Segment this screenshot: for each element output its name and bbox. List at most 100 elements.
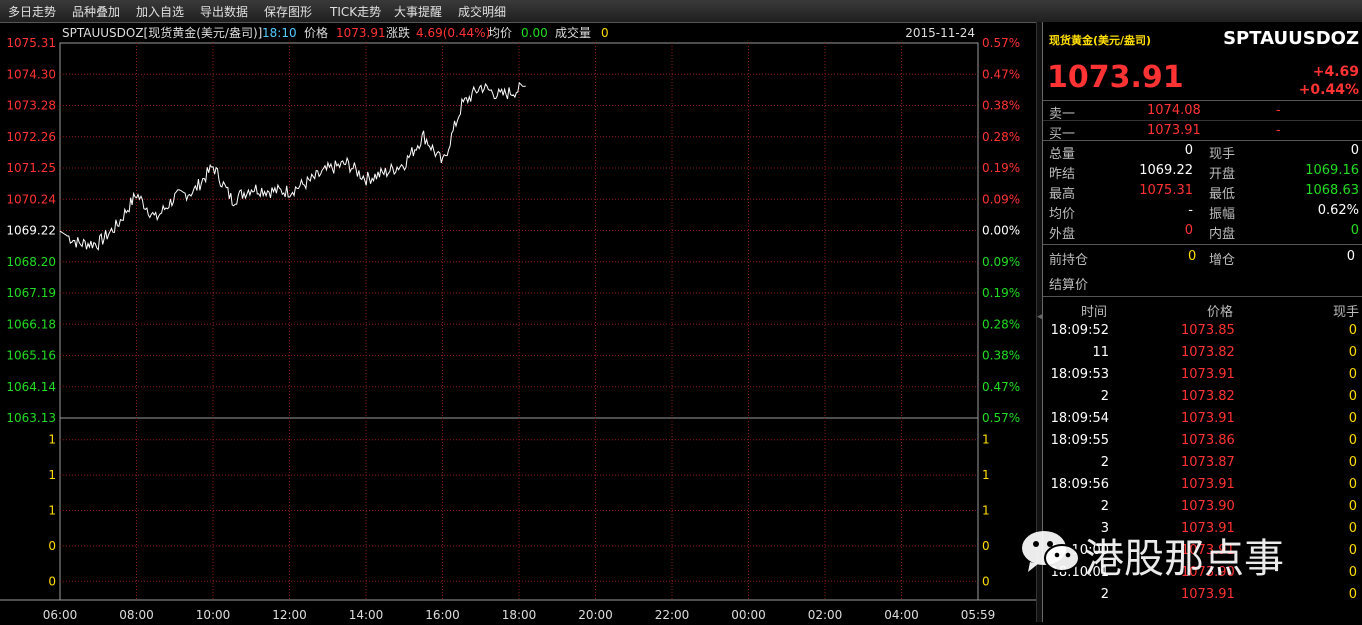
settlement-label: 结算价 (1049, 278, 1089, 293)
tick-hand: 0 (1348, 521, 1357, 536)
stat-value: - (1188, 203, 1193, 218)
time-axis-label: 10:00 (196, 608, 231, 622)
price-change-pct: +0.44% (1298, 82, 1359, 98)
add-position-label: 增仓 (1209, 253, 1236, 268)
tick-time: 18:09:54 (1050, 411, 1109, 426)
pct-axis-label: 0.57% (982, 411, 1020, 425)
time-axis-label: 18:00 (502, 608, 537, 622)
stat-label: 现手 (1209, 147, 1236, 162)
header-change-value: 4.69(0.44%) (416, 26, 490, 40)
header-price-label: 价格 (304, 25, 328, 40)
prev-position-label: 前持仓 (1049, 253, 1089, 268)
volume-axis-label-right: 0 (982, 539, 990, 553)
menu-item-4[interactable]: 保存图形 (264, 3, 312, 20)
menu-item-2[interactable]: 加入自选 (136, 3, 184, 20)
menu-item-0[interactable]: 多日走势 (8, 3, 56, 20)
ticks-header-hand: 现手 (1332, 305, 1359, 320)
pct-axis-label: 0.38% (982, 349, 1020, 363)
volume-axis-label: 1 (48, 504, 56, 518)
divider (1043, 140, 1362, 141)
tick-time: 11 (1092, 345, 1109, 360)
menu-item-5[interactable]: TICK走势 (330, 3, 381, 20)
header-price-value: 1073.91 (336, 26, 386, 40)
pct-axis-label: 0.47% (982, 380, 1020, 394)
stat-label: 总量 (1049, 147, 1076, 162)
pct-axis-label: 0.28% (982, 130, 1020, 144)
tick-time: 18:09:56 (1050, 477, 1109, 492)
stat-label: 最低 (1209, 187, 1236, 202)
tick-time: 2 (1100, 389, 1109, 404)
volume-axis-label: 0 (48, 539, 56, 553)
tick-price: 1073.87 (1181, 455, 1235, 470)
tick-hand: 0 (1348, 499, 1357, 514)
tick-price: 1073.85 (1181, 323, 1235, 338)
volume-axis-label-right: 1 (982, 468, 990, 482)
price-axis-label: 1064.14 (6, 380, 56, 394)
tick-time: 2 (1100, 499, 1109, 514)
menu-item-1[interactable]: 品种叠加 (72, 3, 120, 20)
stat-label: 开盘 (1209, 167, 1236, 182)
tick-price: 1073.91 (1181, 587, 1235, 602)
time-axis-label: 05:59 (961, 608, 996, 622)
header-avg-label: 均价 (488, 26, 512, 40)
price-axis-label: 1063.13 (6, 411, 56, 425)
menu-item-6[interactable]: 大事提醒 (394, 3, 442, 20)
stat-label: 昨结 (1049, 167, 1076, 182)
menu-bar: 多日走势 品种叠加 加入自选 导出数据 保存图形 TICK走势 大事提醒 成交明细 (0, 0, 1362, 23)
tick-price: 1073.91 (1181, 367, 1235, 382)
menu-item-7[interactable]: 成交明细 (458, 3, 506, 20)
tick-hand: 0 (1348, 433, 1357, 448)
tick-time: 18:09:53 (1050, 367, 1109, 382)
divider (1043, 120, 1362, 121)
price-axis-label: 1067.19 (6, 286, 56, 300)
divider (1043, 100, 1362, 101)
time-axis-label: 14:00 (349, 608, 384, 622)
divider (1043, 244, 1362, 245)
pct-axis-label: 0.19% (982, 286, 1020, 300)
price-axis-label: 1068.20 (6, 255, 56, 269)
time-axis-label: 20:00 (578, 608, 613, 622)
tick-price: 1073.86 (1181, 433, 1235, 448)
stat-label: 振幅 (1209, 207, 1236, 222)
tick-hand: 0 (1348, 389, 1357, 404)
volume-axis-label: 0 (48, 574, 56, 588)
tick-price: 1073.82 (1181, 389, 1235, 404)
intraday-chart: SPTAUUSDOZ[现货黄金(美元/盎司)] 18:10 价格 1073.91 涨跌 4… (0, 22, 1036, 622)
price-change: +4.69 (1312, 64, 1359, 80)
instrument-code: SPTAUUSDOZ (1223, 28, 1359, 49)
price-line (59, 81, 526, 251)
stat-value: 0 (1350, 223, 1359, 238)
volume-axis-label: 1 (48, 433, 56, 447)
tick-hand: 0 (1348, 587, 1357, 602)
menu-item-3[interactable]: 导出数据 (200, 3, 248, 20)
bid-price: 1073.91 (1147, 123, 1201, 138)
pct-axis-label: 0.09% (982, 192, 1020, 206)
stat-label: 内盘 (1209, 227, 1236, 242)
ticks-header-time: 时间 (1081, 305, 1108, 320)
pct-axis-label: 0.19% (982, 161, 1020, 175)
tick-time: 18:09:52 (1050, 323, 1109, 338)
volume-axis-label-right: 0 (982, 574, 990, 588)
tick-price: 1073.91 (1181, 477, 1235, 492)
volume-axis-label: 1 (48, 468, 56, 482)
time-axis-label: 00:00 (731, 608, 766, 622)
pct-axis-label: 0.09% (982, 255, 1020, 269)
pct-axis-label: 0.38% (982, 99, 1020, 113)
header-symbol: SPTAUUSDOZ[现货黄金(美元/盎司)] (62, 25, 262, 40)
time-axis-label: 22:00 (655, 608, 690, 622)
tick-price: 1073.90 (1181, 499, 1235, 514)
divider (1043, 296, 1362, 297)
stat-label: 均价 (1049, 207, 1076, 222)
pct-axis-label: 0.57% (982, 36, 1020, 50)
price-axis-label: 1069.22 (6, 224, 56, 238)
watermark: 港股那点事 (1018, 522, 1338, 582)
chart-frame (59, 42, 979, 601)
price-axis-label: 1075.31 (6, 36, 56, 50)
tick-hand: 0 (1348, 345, 1357, 360)
time-axis-label: 06:00 (43, 608, 78, 622)
tick-time: 2 (1100, 455, 1109, 470)
price-axis-label: 1070.24 (6, 192, 56, 206)
stat-label: 最高 (1049, 187, 1076, 202)
stat-value: 0 (1184, 223, 1193, 238)
pct-axis-label: 0.00% (982, 224, 1020, 238)
